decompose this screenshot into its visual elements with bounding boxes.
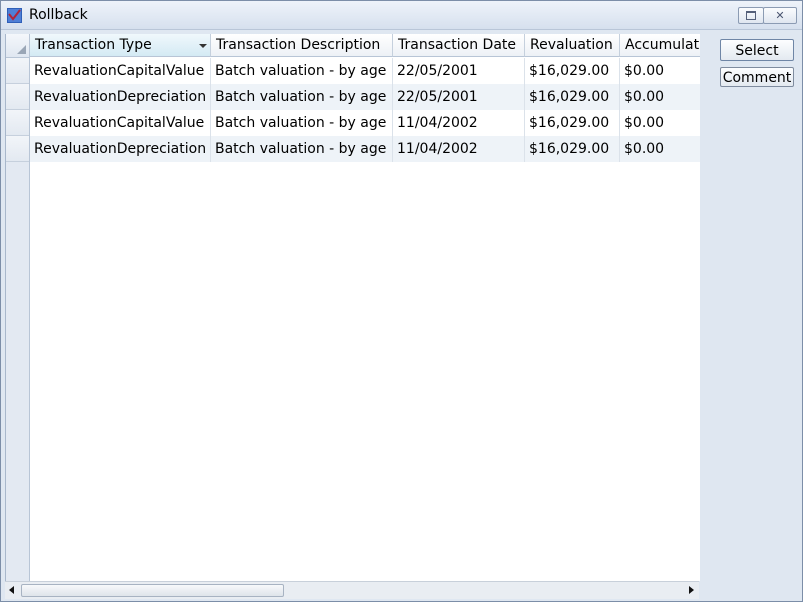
cell-accumulated: $0.00: [624, 141, 665, 157]
cell-revaluation: $16,029.00: [525, 110, 620, 136]
column-header-label: Transaction Description: [216, 37, 381, 53]
column-header-accumulated[interactable]: Accumulat: [620, 34, 700, 57]
close-icon: ✕: [775, 9, 785, 22]
cell-transaction-description: Batch valuation - by age: [211, 136, 393, 162]
column-header-transaction-type[interactable]: Transaction Type: [30, 34, 211, 57]
scroll-thumb[interactable]: [21, 584, 284, 597]
cell-transaction-type: RevaluationDepreciation: [30, 84, 211, 110]
column-header-revaluation[interactable]: Revaluation: [525, 34, 620, 57]
row-header-column: [6, 34, 30, 581]
cell-revaluation: $16,029.00: [525, 84, 620, 110]
column-header-label: Transaction Date: [398, 37, 517, 53]
table-row[interactable]: RevaluationCapitalValue Batch valuation …: [30, 58, 700, 84]
column-header-label: Transaction Type: [35, 37, 152, 53]
row-header[interactable]: [6, 58, 29, 84]
title-bar: Rollback ✕: [1, 1, 802, 30]
scroll-right-icon[interactable]: [689, 586, 694, 594]
corner-triangle-icon: [17, 45, 26, 54]
table-row[interactable]: RevaluationCapitalValue Batch valuation …: [30, 110, 700, 136]
cell-accumulated: $0.00: [624, 63, 665, 79]
scroll-left-icon[interactable]: [9, 586, 14, 594]
table-row[interactable]: RevaluationDepreciation Batch valuation …: [30, 84, 700, 110]
select-all-corner[interactable]: [6, 34, 29, 58]
rollback-window: Rollback ✕ Transaction Type Transaction …: [0, 0, 803, 602]
column-header-transaction-description[interactable]: Transaction Description: [211, 34, 393, 57]
maximize-icon: [746, 11, 756, 20]
transactions-grid[interactable]: Transaction Type Transaction Description…: [5, 34, 700, 581]
cell-transaction-description: Batch valuation - by age: [211, 58, 393, 84]
select-button[interactable]: Select: [720, 39, 794, 61]
maximize-button[interactable]: [738, 7, 764, 24]
cell-transaction-type: RevaluationCapitalValue: [30, 58, 211, 84]
rollback-app-icon: [7, 8, 22, 23]
cell-transaction-date: 22/05/2001: [393, 84, 525, 110]
column-header-label: Revaluation: [530, 37, 613, 53]
cell-accumulated: $0.00: [624, 89, 665, 105]
row-header[interactable]: [6, 110, 29, 136]
cell-transaction-type: RevaluationDepreciation: [30, 136, 211, 162]
cell-transaction-date: 11/04/2002: [393, 136, 525, 162]
cell-transaction-date: 22/05/2001: [393, 58, 525, 84]
row-header[interactable]: [6, 84, 29, 110]
filter-dropdown-icon[interactable]: [199, 44, 207, 48]
column-header-transaction-date[interactable]: Transaction Date: [393, 34, 525, 57]
close-button[interactable]: ✕: [763, 7, 797, 24]
window-title: Rollback: [29, 7, 88, 23]
cell-transaction-type: RevaluationCapitalValue: [30, 110, 211, 136]
cell-transaction-description: Batch valuation - by age: [211, 110, 393, 136]
cell-transaction-description: Batch valuation - by age: [211, 84, 393, 110]
cell-transaction-date: 11/04/2002: [393, 110, 525, 136]
comment-button[interactable]: Comment: [720, 67, 794, 87]
table-row[interactable]: RevaluationDepreciation Batch valuation …: [30, 136, 700, 162]
column-header-label: Accumulat: [625, 37, 700, 53]
cell-revaluation: $16,029.00: [525, 58, 620, 84]
cell-accumulated: $0.00: [624, 115, 665, 131]
horizontal-scrollbar[interactable]: [5, 581, 699, 599]
cell-revaluation: $16,029.00: [525, 136, 620, 162]
row-header[interactable]: [6, 136, 29, 162]
